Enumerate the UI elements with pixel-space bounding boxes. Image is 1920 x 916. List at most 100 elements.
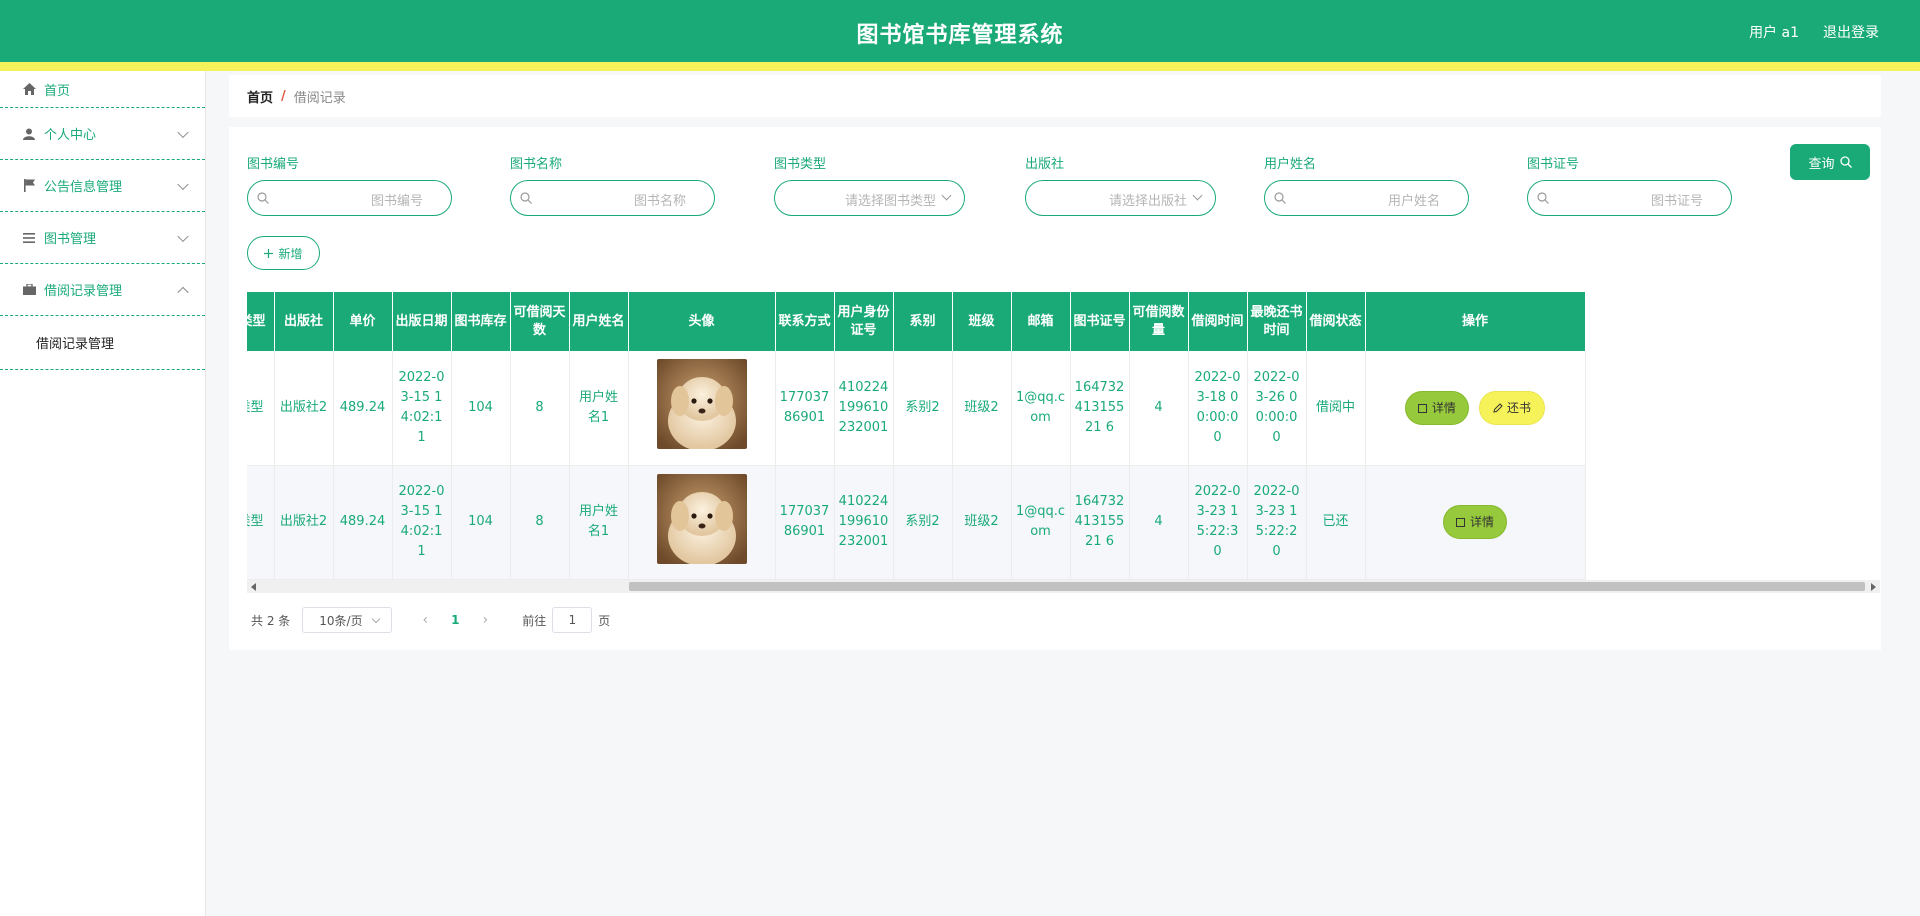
detail-button-label: 详情 [1469,515,1494,529]
publisher-placeholder: 请选择出版社 [1108,194,1187,209]
avatar-image [656,473,747,566]
column-header: 单价 [333,292,393,351]
chevron-down-icon [941,190,952,201]
list-icon [22,231,36,245]
table-row: 类型 出版社2 489.24 2022-03-15 14:02:11 104 8… [247,351,1586,466]
home-icon [22,82,36,96]
add-button-label: 新增 [278,246,303,261]
detail-button[interactable]: 详情 [1443,505,1507,539]
cell-days: 8 [510,465,570,580]
library-card-label: 图书证号 [1527,157,1580,172]
add-button[interactable]: 新增 [247,236,320,270]
column-header: 操作 [1365,292,1586,351]
current-user: 用户 a1 [1749,25,1799,41]
column-header: 出版日期 [392,292,452,351]
cell-stock: 104 [451,465,511,580]
library-card-placeholder: 图书证号 [1650,194,1703,209]
app-title: 图书馆书库管理系统 [856,23,1064,48]
goto-page-input[interactable] [552,607,593,633]
scroll-left-icon[interactable] [251,583,256,591]
cell-publisher: 出版社2 [274,465,334,580]
column-header: 联系方式 [775,292,835,351]
cell-pub-date: 2022-03-15 14:02:11 [392,465,452,580]
main-content: 图书编号 图书编号 图书名称 图书名称 图书类型 请选择图书类型 出版社 请选择… [229,127,1881,650]
page-size-value: 10条/页 [319,613,363,628]
column-header: 头像 [628,292,776,351]
detail-button[interactable]: 详情 [1404,391,1469,425]
cell-user-name: 用户姓名1 [569,465,629,580]
search-icon [257,192,269,204]
column-header: 可借阅数量 [1129,292,1189,351]
publisher-select[interactable]: 请选择出版社 [1025,180,1216,216]
cell-publisher: 出版社2 [274,351,334,466]
scroll-right-icon[interactable] [1871,583,1876,591]
sidebar-subitem-borrow-records[interactable]: 借阅记录管理 [0,316,205,370]
cell-class: 班级2 [952,351,1012,466]
cell-id-card: 410224199610232001 [834,465,894,580]
breadcrumb: 首页 / 借阅记录 [229,75,1881,117]
user-name-input[interactable]: 用户姓名 [1264,180,1469,216]
sidebar-item-label: 借阅记录管理 [44,284,123,299]
document-icon [1417,403,1427,413]
book-number-placeholder: 图书编号 [370,194,423,209]
sidebar-item-personal-center[interactable]: 个人中心 [0,108,205,160]
sidebar-item-label: 个人中心 [44,128,97,143]
search-icon [1274,192,1286,204]
column-header: 用户姓名 [569,292,629,351]
avatar-image [656,359,747,452]
column-header: 班级 [952,292,1012,351]
book-type-select[interactable]: 请选择图书类型 [774,180,965,216]
page-size-select[interactable]: 10条/页 [302,607,393,633]
sidebar-item-label: 首页 [44,83,71,99]
cell-avatar [628,465,776,580]
book-type-placeholder: 请选择图书类型 [844,194,936,209]
cell-actions: 详情 还书 [1365,351,1586,466]
sidebar-item-borrow-records[interactable]: 借阅记录管理 [0,264,205,316]
cell-type: 类型 [247,351,275,466]
breadcrumb-separator: / [281,88,286,104]
book-number-input[interactable]: 图书编号 [247,180,452,216]
cell-type: 类型 [247,465,275,580]
cell-pub-date: 2022-03-15 14:02:11 [392,351,452,466]
cell-card-no: 16473241315521 6 [1070,351,1130,466]
logout-link[interactable]: 退出登录 [1823,22,1879,42]
sidebar-item-home[interactable]: 首页 [0,71,205,108]
cell-status: 借阅中 [1306,351,1366,466]
page-number-button[interactable]: 1 [440,613,470,627]
breadcrumb-home[interactable]: 首页 [247,87,273,106]
scrollbar-thumb[interactable] [629,582,1865,591]
table-row: 类型 出版社2 489.24 2022-03-15 14:02:11 104 8… [247,465,1586,580]
column-header: 借阅时间 [1188,292,1248,351]
cell-phone: 17703786901 [775,351,835,466]
return-book-button[interactable]: 还书 [1479,390,1546,425]
cell-dept: 系别2 [893,351,953,466]
prev-page-button[interactable]: ‹ [410,612,440,628]
sidebar-item-notice[interactable]: 公告信息管理 [0,160,205,212]
cell-phone: 17703786901 [775,465,835,580]
next-page-button[interactable]: › [470,612,500,628]
chevron-down-icon [372,614,381,624]
column-header: 类型 [247,292,275,351]
cell-price: 489.24 [333,465,393,580]
library-card-input[interactable]: 图书证号 [1527,180,1732,216]
cell-user-name: 用户姓名1 [569,351,629,466]
sidebar-item-label: 图书管理 [44,232,97,247]
cell-borrow-time: 2022-03-18 00:00:00 [1188,351,1248,466]
cell-dept: 系别2 [893,465,953,580]
query-button[interactable]: 查询 [1790,144,1870,180]
briefcase-icon [22,283,36,297]
cell-stock: 104 [451,351,511,466]
return-book-button-label: 还书 [1507,400,1532,415]
pagination: 共 2 条 10条/页 ‹ 1 › 前往 页 [251,607,610,633]
table-header-row: 类型 出版社 单价 出版日期 图书库存 可借阅天数 用户姓名 头像 联系方式 用… [247,292,1586,351]
flag-icon [22,179,36,193]
book-name-placeholder: 图书名称 [633,194,686,209]
horizontal-scrollbar[interactable] [247,580,1880,593]
sidebar-item-books[interactable]: 图书管理 [0,212,205,264]
chevron-down-icon [177,126,189,138]
chevron-down-icon [177,178,189,190]
book-name-input[interactable]: 图书名称 [510,180,715,216]
cell-email: 1@qq.com [1011,351,1071,466]
cell-status: 已还 [1306,465,1366,580]
book-type-label: 图书类型 [774,157,827,172]
